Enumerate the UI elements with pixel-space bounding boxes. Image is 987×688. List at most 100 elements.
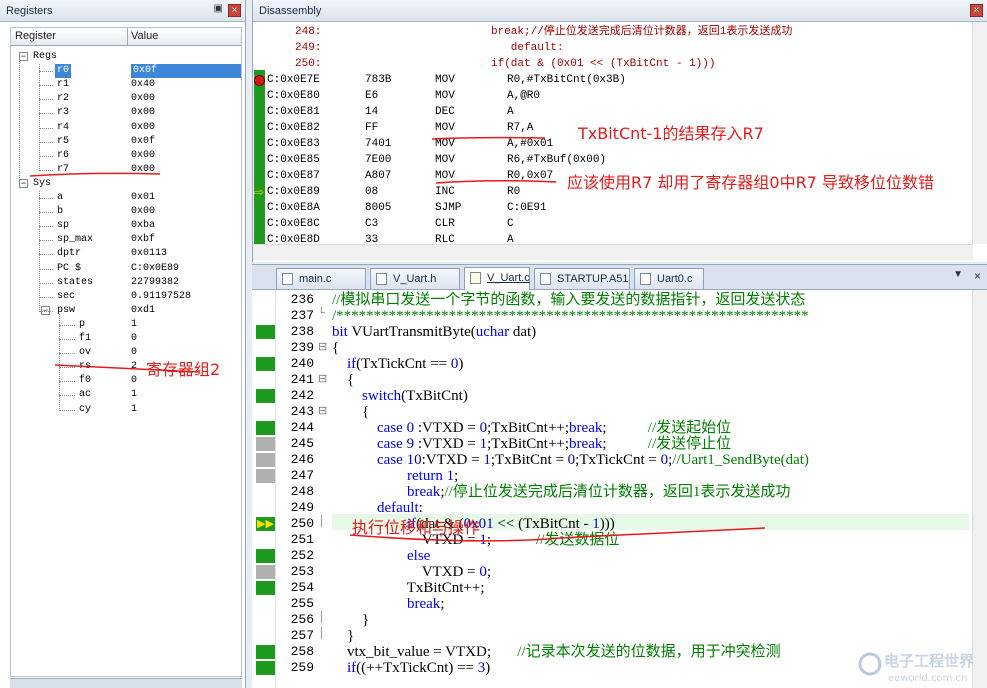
register-value[interactable]: 0	[131, 346, 137, 360]
register-value[interactable]: 1	[131, 318, 137, 332]
register-value[interactable]: 1	[131, 388, 137, 402]
register-name[interactable]: PC $	[55, 262, 83, 276]
disassembly-vscrollbar[interactable]	[972, 22, 987, 244]
tab-main-c[interactable]: main.c	[276, 268, 366, 289]
code-line[interactable]: VTXD = 0;	[332, 564, 491, 580]
register-name[interactable]: cy	[77, 403, 93, 417]
tab-list-arrow-icon[interactable]: ▼	[953, 269, 963, 280]
code-line[interactable]: else	[332, 548, 430, 564]
register-value[interactable]: 0	[131, 332, 137, 346]
tab-v-uart-c[interactable]: V_Uart.c	[464, 267, 530, 290]
register-name[interactable]: sp_max	[55, 233, 95, 247]
register-value[interactable]: 0x40	[131, 78, 155, 92]
close-icon[interactable]: ×	[970, 4, 983, 17]
code-token: 0	[479, 564, 487, 580]
close-icon[interactable]: ×	[974, 269, 981, 283]
register-value[interactable]: 0	[131, 374, 137, 388]
fold-marker[interactable]: │	[318, 628, 330, 640]
code-line[interactable]: break;//停止位发送完成后清位计数器，返回1表示发送成功	[332, 484, 790, 500]
expand-toggle-icon[interactable]: −	[19, 52, 28, 61]
tab-uart0-c[interactable]: Uart0.c	[634, 268, 704, 289]
breakpoint-icon[interactable]	[254, 75, 265, 86]
register-name[interactable]: r2	[55, 92, 71, 106]
register-value[interactable]: 22799382	[131, 276, 179, 290]
close-icon[interactable]: ×	[228, 4, 241, 17]
register-value[interactable]: 0x00	[131, 163, 155, 177]
register-value[interactable]: C:0x0E89	[131, 262, 179, 276]
code-line[interactable]: case 0 :VTXD = 0;TxBitCnt++;break; //发送起…	[332, 420, 731, 436]
register-value[interactable]: 1	[131, 403, 137, 417]
fold-marker[interactable]: │	[318, 612, 330, 624]
register-name[interactable]: r7	[55, 163, 71, 177]
code-line[interactable]: }	[332, 628, 354, 644]
register-value[interactable]: 0x01	[131, 191, 155, 205]
register-name[interactable]: b	[55, 205, 65, 219]
register-value[interactable]: 0x00	[131, 106, 155, 120]
register-value[interactable]: 0x0113	[131, 247, 167, 261]
coverage-executed	[256, 421, 275, 435]
code-line[interactable]: {	[332, 340, 339, 356]
register-value[interactable]: 0.91197528	[131, 290, 191, 304]
code-line[interactable]: {	[332, 404, 369, 420]
register-value[interactable]: 0xd1	[131, 304, 155, 318]
register-name[interactable]: r6	[55, 149, 71, 163]
source-editor[interactable]: ▶▶ 236 //模拟串口发送一个字节的函数，输入要发送的数据指针，返回发送状态 2…	[252, 290, 987, 688]
register-value[interactable]: 0x00	[131, 121, 155, 135]
register-name[interactable]: dptr	[55, 247, 83, 261]
expand-toggle-icon[interactable]: −	[19, 178, 28, 188]
register-value[interactable]: 0xbf	[131, 233, 155, 247]
project-registers-tabs[interactable]	[10, 678, 242, 688]
code-line[interactable]: switch(TxBitCnt)	[332, 388, 468, 404]
register-name[interactable]: r3	[55, 106, 71, 120]
code-line[interactable]: return 1;	[332, 468, 458, 484]
register-value[interactable]: 0x0f	[131, 135, 155, 149]
code-line[interactable]: }	[332, 612, 369, 628]
register-value[interactable]: 0x00	[131, 149, 155, 163]
code-line[interactable]: case 9 :VTXD = 1;TxBitCnt++;break; //发送停…	[332, 436, 731, 452]
code-line[interactable]: {	[332, 372, 354, 388]
register-name[interactable]: r0	[55, 64, 72, 79]
code-line[interactable]: case 10:VTXD = 1;TxBitCnt = 0;TxTickCnt …	[332, 452, 809, 468]
register-name[interactable]: sec	[55, 290, 77, 304]
source-line-number: 250:	[295, 58, 322, 70]
register-name[interactable]: ov	[77, 346, 93, 360]
register-column-header[interactable]: Register	[15, 30, 56, 42]
code-line[interactable]: //模拟串口发送一个字节的函数，输入要发送的数据指针，返回发送状态	[332, 292, 805, 308]
register-name[interactable]: sp	[55, 219, 71, 233]
register-name[interactable]: states	[55, 276, 95, 290]
fold-marker[interactable]: ⊟	[318, 404, 330, 418]
register-value[interactable]: 0x00	[131, 92, 155, 106]
register-name[interactable]: p	[77, 318, 87, 332]
column-divider[interactable]	[127, 28, 128, 46]
register-name[interactable]: ac	[77, 388, 93, 402]
editor-vscrollbar[interactable]	[972, 290, 987, 688]
register-value[interactable]: 0xba	[131, 219, 155, 233]
code-line[interactable]: TxBitCnt++;	[332, 580, 485, 596]
disassembly-hscrollbar[interactable]	[253, 244, 973, 260]
register-value[interactable]: 0x0f	[131, 64, 241, 79]
fold-marker[interactable]: ⊟	[318, 372, 330, 386]
code-line[interactable]: /***************************************…	[332, 308, 809, 324]
fold-marker[interactable]: ⊟	[318, 340, 330, 354]
asm-addr: C:0x0E81	[267, 106, 320, 118]
tab-startup-a51[interactable]: STARTUP.A51	[534, 268, 630, 289]
register-name[interactable]: f1	[77, 332, 93, 346]
register-value[interactable]: 0x00	[131, 205, 155, 219]
register-value[interactable]: 2	[131, 360, 137, 374]
code-line[interactable]: bit VUartTransmitByte(uchar dat)	[332, 324, 536, 340]
fold-marker[interactable]: └	[318, 308, 330, 320]
register-name[interactable]: r4	[55, 121, 71, 135]
code-line[interactable]: if(TxTickCnt == 0)	[332, 356, 463, 372]
code-line[interactable]: break;	[332, 596, 444, 612]
pin-icon[interactable]: ▣	[214, 3, 223, 14]
code-line[interactable]: vtx_bit_value = VTXD; //记录本次发送的位数据，用于冲突检…	[332, 644, 781, 660]
tab-v-uart-h[interactable]: V_Uart.h	[370, 268, 460, 289]
fold-marker[interactable]: │	[318, 516, 330, 528]
register-name[interactable]: r1	[55, 78, 71, 92]
code-line[interactable]: if((++TxTickCnt) == 3)	[332, 660, 490, 676]
value-column-header[interactable]: Value	[131, 30, 158, 42]
register-name[interactable]: a	[55, 191, 65, 205]
register-name[interactable]: r5	[55, 135, 71, 149]
register-name[interactable]: rs	[77, 360, 93, 374]
register-name[interactable]: f0	[77, 374, 93, 388]
